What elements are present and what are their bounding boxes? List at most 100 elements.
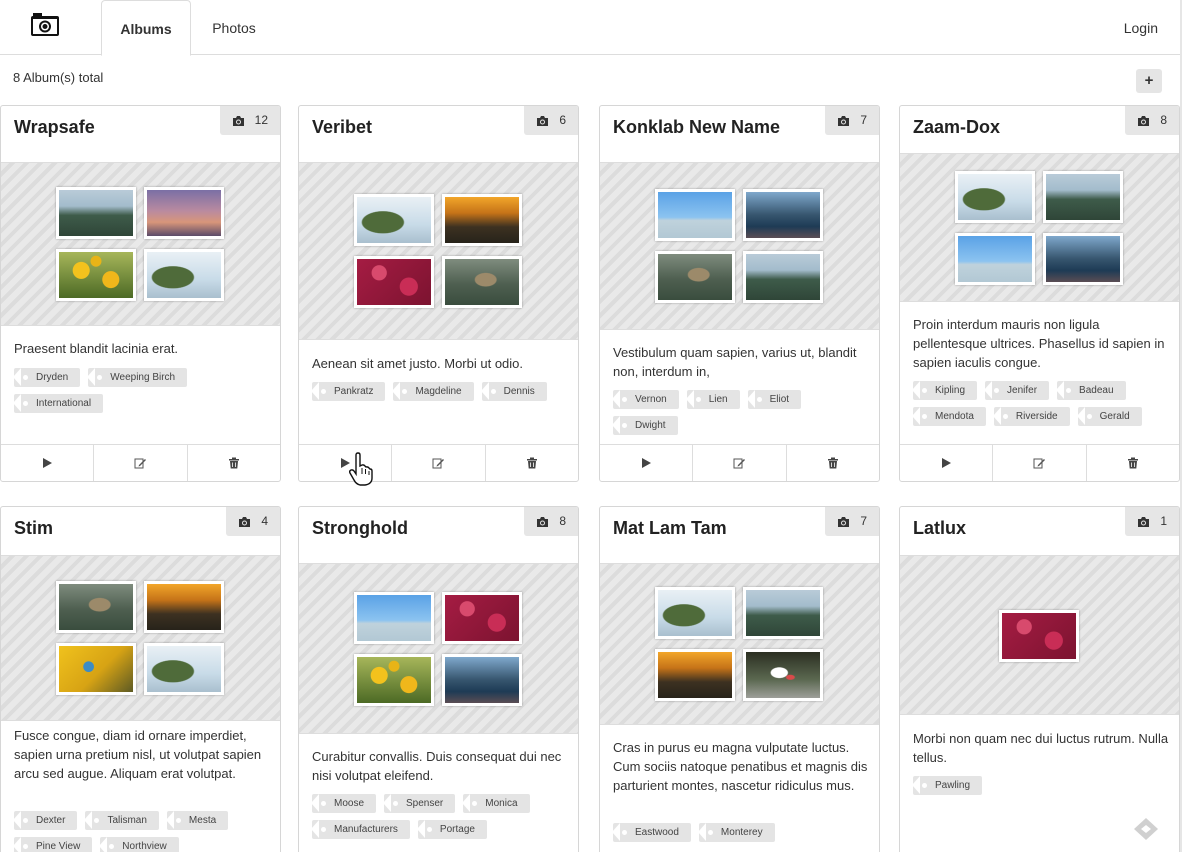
album-title[interactable]: Stronghold — [312, 518, 408, 539]
tag-chip[interactable]: Monterey — [697, 823, 775, 842]
album-thumbnail — [144, 643, 224, 695]
feedback-icon[interactable] — [1133, 817, 1159, 841]
tag-chip[interactable]: Vernon — [612, 390, 679, 409]
tag-chip[interactable]: Mesta — [165, 811, 229, 830]
tag-chip[interactable]: Northview — [99, 837, 179, 852]
tag-chip[interactable]: Lien — [685, 390, 740, 409]
play-button[interactable] — [900, 445, 994, 481]
album-card[interactable]: Veribet 6 Aenean sit amet justo. Morbi ut … — [298, 105, 579, 482]
album-cover-mosaic[interactable] — [299, 563, 578, 734]
tag-chip[interactable]: Manufacturers — [311, 820, 410, 839]
play-button[interactable] — [299, 445, 393, 481]
add-album-button[interactable]: + — [1136, 69, 1162, 93]
photo-count: 4 — [261, 514, 268, 528]
tag-chip[interactable]: Pine View — [12, 837, 93, 852]
album-title[interactable]: Latlux — [913, 518, 966, 539]
tag-chip[interactable]: International — [12, 394, 104, 413]
delete-button[interactable] — [787, 445, 879, 481]
album-card[interactable]: Mat Lam Tam 7 Cras in purus eu magna vulpu… — [599, 506, 880, 852]
tag-chip[interactable]: Dryden — [12, 368, 81, 387]
tag-chip[interactable]: Gerald — [1076, 407, 1142, 426]
album-cover-mosaic[interactable] — [900, 555, 1179, 715]
album-description: Curabitur convallis. Duis consequat dui … — [312, 749, 562, 783]
tab-albums[interactable]: Albums — [101, 0, 191, 56]
album-cover-mosaic[interactable] — [600, 162, 879, 330]
album-title[interactable]: Veribet — [312, 117, 372, 138]
album-thumbnail — [655, 251, 735, 303]
photo-count: 12 — [254, 113, 268, 127]
play-icon — [940, 457, 952, 469]
album-cover-mosaic[interactable] — [600, 563, 879, 725]
album-cover-mosaic[interactable] — [1, 555, 280, 721]
album-card[interactable]: Konklab New Name 7 Vestibulum quam sapien,… — [599, 105, 880, 482]
album-title[interactable]: Wrapsafe — [14, 117, 95, 138]
edit-button[interactable] — [993, 445, 1087, 481]
play-button[interactable] — [1, 445, 95, 481]
tag-chip[interactable]: Monica — [462, 794, 530, 813]
tag-chip[interactable]: Badeau — [1056, 381, 1126, 400]
tag-chip[interactable]: Pankratz — [310, 382, 386, 401]
edit-icon — [733, 457, 746, 469]
album-title[interactable]: Konklab New Name — [613, 117, 780, 138]
album-card[interactable]: Zaam-Dox 8 Proin interdum mauris non ligul… — [899, 105, 1180, 482]
album-thumbnail — [144, 187, 224, 239]
tag-chip[interactable]: Eastwood — [612, 823, 691, 842]
tag-chip[interactable]: Spenser — [383, 794, 456, 813]
tag-chip[interactable]: Kipling — [911, 381, 978, 400]
tag-chip[interactable]: Mendota — [912, 407, 986, 426]
album-thumbnail — [743, 649, 823, 701]
login-link[interactable]: Login — [1124, 0, 1158, 56]
album-card[interactable]: Stronghold 8 Curabitur convallis. Duis con… — [298, 506, 579, 852]
photo-count-badge: 1 — [1125, 507, 1179, 536]
album-thumbnail — [56, 249, 136, 301]
tag-chip[interactable]: Dexter — [12, 811, 78, 830]
tag-chip[interactable]: Magdeline — [392, 382, 474, 401]
album-title[interactable]: Stim — [14, 518, 53, 539]
hand-cursor-icon — [348, 452, 373, 486]
tag-chip[interactable]: Weeping Birch — [87, 368, 188, 387]
album-cover-mosaic[interactable] — [299, 162, 578, 340]
delete-button[interactable] — [486, 445, 578, 481]
tab-photos[interactable]: Photos — [191, 0, 277, 56]
play-button[interactable] — [600, 445, 694, 481]
album-card[interactable]: Stim 4 Fusce congue, diam id ornare imperd… — [0, 506, 281, 852]
tag-chip[interactable]: Eliot — [746, 390, 802, 409]
album-thumbnail — [999, 610, 1079, 662]
camera-icon — [1137, 115, 1150, 127]
edit-button[interactable] — [392, 445, 486, 481]
album-thumbnail — [743, 587, 823, 639]
tag-chip[interactable]: Jenifer — [984, 381, 1050, 400]
album-description: Fusce congue, diam id ornare imperdiet, … — [14, 728, 262, 781]
edit-button[interactable] — [94, 445, 188, 481]
album-title[interactable]: Zaam-Dox — [913, 117, 1000, 138]
album-tags: Moose Spenser Monica Manufacturers Portage — [310, 794, 574, 846]
tag-chip[interactable]: Riverside — [992, 407, 1070, 426]
tag-chip[interactable]: Dwight — [612, 416, 678, 435]
delete-button[interactable] — [188, 445, 280, 481]
album-actions — [900, 444, 1179, 481]
album-cover-mosaic[interactable] — [900, 153, 1179, 302]
edit-icon — [432, 457, 445, 469]
album-card[interactable]: Wrapsafe 12 Praesent blandit lacinia erat.… — [0, 105, 281, 482]
album-tags: Eastwood Monterey — [612, 823, 875, 849]
photo-count-badge: 6 — [524, 106, 578, 135]
tag-chip[interactable]: Moose — [310, 794, 377, 813]
album-actions — [299, 444, 578, 481]
album-card[interactable]: Latlux 1 Morbi non quam nec dui luctus rut… — [899, 506, 1180, 852]
album-description: Morbi non quam nec dui luctus rutrum. Nu… — [913, 731, 1169, 765]
tag-chip[interactable]: Portage — [416, 820, 487, 839]
album-thumbnail — [442, 591, 522, 644]
camera-icon[interactable] — [30, 12, 60, 38]
album-thumbnail — [955, 170, 1035, 223]
album-title[interactable]: Mat Lam Tam — [613, 518, 727, 539]
album-tags: Pankratz Magdeline Dennis — [310, 382, 574, 408]
album-thumbnail — [144, 581, 224, 633]
album-thumbnail — [955, 232, 1035, 285]
tag-chip[interactable]: Talisman — [84, 811, 159, 830]
album-actions — [600, 444, 879, 481]
delete-button[interactable] — [1087, 445, 1179, 481]
edit-button[interactable] — [693, 445, 787, 481]
tag-chip[interactable]: Dennis — [480, 382, 547, 401]
tag-chip[interactable]: Pawling — [911, 776, 983, 795]
album-cover-mosaic[interactable] — [1, 162, 280, 326]
